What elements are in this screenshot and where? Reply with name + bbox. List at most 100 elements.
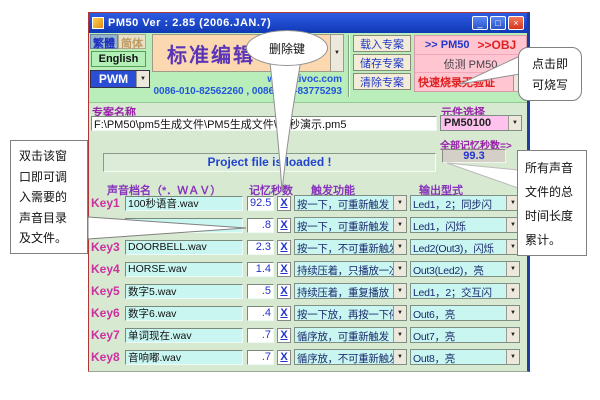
key-label: Key4: [91, 262, 125, 276]
table-row: Key8 .7 X 循序放，不可重新触发▼ Out8，亮▼: [91, 349, 527, 365]
output-select[interactable]: Led1，闪烁▼: [410, 217, 520, 233]
save-project-button[interactable]: 储存专案: [353, 54, 411, 71]
chevron-down-icon[interactable]: ▼: [393, 196, 406, 210]
table-row: Key6 .4 X 按一下放，再按一下停▼ Out6，亮▼: [91, 305, 527, 321]
phone-numbers: 0086-010-82562260 , 0086-755-83775293: [129, 86, 342, 97]
delete-x-button[interactable]: X: [277, 196, 291, 211]
english-button[interactable]: English: [91, 51, 146, 67]
output-select[interactable]: Led2(Out3)，闪烁▼: [410, 239, 520, 255]
chevron-down-icon[interactable]: ▼: [506, 328, 519, 342]
filename-field[interactable]: [125, 262, 243, 277]
trigger-select[interactable]: 持续压着，只播放一次▼: [294, 261, 407, 277]
lang-traditional-button[interactable]: 繁體: [90, 34, 118, 49]
fast-burn-select[interactable]: 快速烧录无验证 ▼: [415, 73, 526, 91]
table-row: Key3 2.3 X 按一下，不可重新触发▼ Led2(Out3)，闪烁▼: [91, 239, 527, 255]
key-label: Key6: [91, 306, 125, 320]
maximize-icon: □: [495, 18, 500, 28]
seconds-value: 1.4: [247, 262, 274, 277]
maximize-button[interactable]: □: [490, 16, 506, 30]
app-window: PM50 Ver : 2.85 (2006.JAN.7) _ □ × 繁體 简体…: [88, 12, 530, 372]
output-select[interactable]: Led1，2；交互闪▼: [410, 283, 520, 299]
delete-x-button[interactable]: X: [277, 262, 291, 277]
trigger-select[interactable]: 持续压着，重复播放▼: [294, 283, 407, 299]
key-rows: Key1 92.5 X 按一下，可重新触发▼ Led1，2；同步闪▼ Key2 …: [91, 195, 527, 371]
filename-field[interactable]: [125, 196, 243, 211]
trigger-select[interactable]: 按一下，可重新触发▼: [294, 195, 407, 211]
chevron-down-icon[interactable]: ▼: [393, 262, 406, 276]
chevron-down-icon[interactable]: ▼: [506, 306, 519, 320]
trigger-select[interactable]: 按一下放，再按一下停▼: [294, 305, 407, 321]
filename-field[interactable]: [125, 306, 243, 321]
callout-double-click: 双击该窗 口即可调 入需要的 声音目录 及文件。: [10, 140, 88, 254]
total-seconds-value: 99.3: [442, 149, 506, 163]
delete-x-button[interactable]: X: [277, 218, 291, 233]
close-icon: ×: [513, 18, 518, 28]
chevron-down-icon[interactable]: ▼: [508, 116, 521, 130]
website-text: www.aivoc.com: [152, 74, 342, 85]
key-label: Key1: [91, 196, 125, 210]
status-bar: Project file is loaded !: [103, 153, 436, 172]
filename-field[interactable]: [125, 284, 243, 299]
titlebar[interactable]: PM50 Ver : 2.85 (2006.JAN.7) _ □ ×: [89, 13, 527, 33]
filename-field[interactable]: [125, 240, 243, 255]
output-select[interactable]: Out6，亮▼: [410, 305, 520, 321]
project-path-input[interactable]: [91, 116, 437, 131]
filename-field[interactable]: [125, 350, 243, 365]
chevron-down-icon[interactable]: ▼: [506, 262, 519, 276]
table-row: Key7 .7 X 循序放，可重新触发▼ Out7，亮▼: [91, 327, 527, 343]
device-select[interactable]: PM50100 ▼: [440, 115, 522, 131]
load-project-button[interactable]: 载入专案: [353, 35, 411, 52]
app-icon[interactable]: [92, 17, 104, 29]
output-select[interactable]: Out8，亮▼: [410, 349, 520, 365]
chevron-down-icon[interactable]: ▼: [393, 328, 406, 342]
to-obj-button[interactable]: >>OBJ: [473, 38, 520, 52]
chevron-down-icon[interactable]: ▼: [136, 71, 149, 87]
clear-project-button[interactable]: 清除专案: [353, 73, 411, 90]
chevron-down-icon[interactable]: ▼: [393, 306, 406, 320]
filename-field[interactable]: [125, 328, 243, 343]
delete-x-button[interactable]: X: [277, 284, 291, 299]
seconds-value: .5: [247, 284, 274, 299]
to-pm50-button[interactable]: >> PM50: [421, 39, 474, 51]
key-label: Key3: [91, 240, 125, 254]
trigger-select[interactable]: 循序放，可重新触发▼: [294, 327, 407, 343]
chevron-down-icon[interactable]: ▼: [506, 284, 519, 298]
filename-field[interactable]: [125, 218, 243, 233]
key-label: Key8: [91, 350, 125, 364]
detect-pm50-button[interactable]: 侦测 PM50: [444, 56, 498, 72]
chevron-down-icon[interactable]: ▼: [393, 350, 406, 364]
callout-total-time: 所有声音 文件的总 时间长度 累计。: [517, 150, 587, 256]
table-row: Key5 .5 X 持续压着，重复播放▼ Led1，2；交互闪▼: [91, 283, 527, 299]
delete-x-button[interactable]: X: [277, 240, 291, 255]
seconds-value: .8: [247, 218, 274, 233]
page: PM50 Ver : 2.85 (2006.JAN.7) _ □ × 繁體 简体…: [0, 0, 600, 400]
chevron-down-icon[interactable]: ▼: [330, 35, 343, 71]
key-label: Key5: [91, 284, 125, 298]
delete-x-button[interactable]: X: [277, 328, 291, 343]
output-select[interactable]: Led1，2；同步闪▼: [410, 195, 520, 211]
delete-x-button[interactable]: X: [277, 306, 291, 321]
lang-simplified-button[interactable]: 简体: [118, 34, 146, 49]
seconds-value: 2.3: [247, 240, 274, 255]
window-title: PM50 Ver : 2.85 (2006.JAN.7): [108, 17, 271, 29]
minimize-button[interactable]: _: [472, 16, 488, 30]
key-label: Key2: [91, 218, 125, 232]
output-select[interactable]: Out3(Led2)，亮▼: [410, 261, 520, 277]
callout-delete-key: 删除键: [246, 30, 328, 66]
output-select[interactable]: Out7，亮▼: [410, 327, 520, 343]
chevron-down-icon[interactable]: ▼: [393, 284, 406, 298]
delete-x-button[interactable]: X: [277, 350, 291, 365]
seconds-value: 92.5: [247, 196, 274, 211]
trigger-select[interactable]: 按一下，可重新触发▼: [294, 217, 407, 233]
burn-panel: >> PM50 >>OBJ 侦测 PM50 快速烧录无验证 ▼: [414, 35, 527, 92]
chevron-down-icon[interactable]: ▼: [393, 218, 406, 232]
chevron-down-icon[interactable]: ▼: [393, 240, 406, 254]
callout-burn: 点击即 可烧写: [518, 47, 582, 101]
close-button[interactable]: ×: [508, 16, 524, 30]
table-row: Key4 1.4 X 持续压着，只播放一次▼ Out3(Led2)，亮▼: [91, 261, 527, 277]
toolbar-divider: [348, 35, 350, 97]
trigger-select[interactable]: 循序放，不可重新触发▼: [294, 349, 407, 365]
chevron-down-icon[interactable]: ▼: [506, 350, 519, 364]
trigger-select[interactable]: 按一下，不可重新触发▼: [294, 239, 407, 255]
key-label: Key7: [91, 328, 125, 342]
